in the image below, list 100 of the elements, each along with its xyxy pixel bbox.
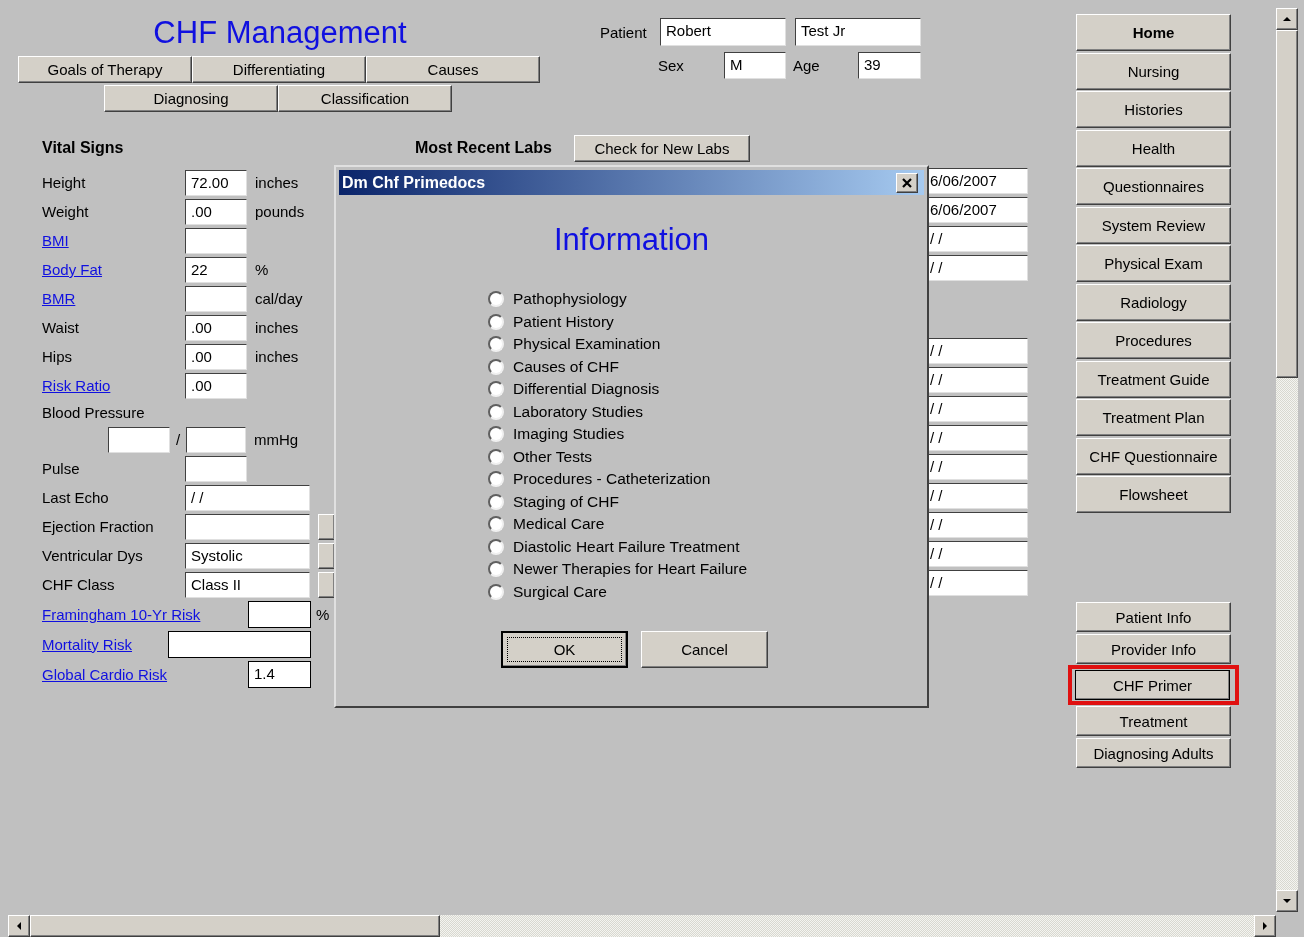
date-field[interactable]: / / xyxy=(928,338,1028,364)
option-label[interactable]: Staging of CHF xyxy=(513,492,619,511)
option-label[interactable]: Medical Care xyxy=(513,515,605,534)
date-field[interactable]: / / xyxy=(928,226,1028,252)
scroll-left-button[interactable] xyxy=(8,915,30,937)
radio-button[interactable] xyxy=(488,358,504,375)
text-field[interactable]: 39 xyxy=(858,52,921,79)
date-field[interactable]: 6/06/2007 xyxy=(928,197,1028,223)
nav-button[interactable]: Procedures xyxy=(1076,322,1231,359)
scroll-down-button[interactable] xyxy=(1276,890,1298,912)
nav-button[interactable]: Radiology xyxy=(1076,283,1231,321)
option-label[interactable]: Patient History xyxy=(513,312,614,331)
text-field[interactable]: .00 xyxy=(185,198,247,225)
date-field[interactable]: / / xyxy=(928,367,1028,393)
section-button[interactable]: Causes xyxy=(366,56,540,83)
radio-button[interactable] xyxy=(488,493,504,510)
option-label[interactable]: Newer Therapies for Heart Failure xyxy=(513,560,748,579)
scroll-up-button[interactable] xyxy=(1276,8,1298,30)
date-field[interactable]: / / xyxy=(928,541,1028,567)
text-field[interactable]: 22 xyxy=(185,256,247,283)
text-field[interactable]: .00 xyxy=(185,372,247,399)
text-field[interactable]: Test Jr xyxy=(795,18,921,46)
radio-button[interactable] xyxy=(488,448,504,465)
date-field[interactable]: / / xyxy=(928,570,1028,596)
text-field[interactable] xyxy=(185,455,247,482)
text-field[interactable]: 72.00 xyxy=(185,169,247,196)
close-button[interactable] xyxy=(896,172,918,193)
text-field[interactable] xyxy=(248,600,311,628)
text-field[interactable] xyxy=(185,227,247,254)
text-field[interactable] xyxy=(108,426,170,453)
scroll-thumb[interactable] xyxy=(1276,30,1298,378)
ok-button[interactable]: OK xyxy=(501,631,628,668)
scroll-thumb[interactable] xyxy=(30,915,440,937)
nav-button[interactable]: Health xyxy=(1076,129,1231,167)
text-field[interactable] xyxy=(185,285,247,312)
nav-button[interactable]: Nursing xyxy=(1076,52,1231,90)
date-field[interactable]: / / xyxy=(928,454,1028,480)
option-label[interactable]: Other Tests xyxy=(513,447,592,466)
radio-button[interactable] xyxy=(488,471,504,488)
text-field[interactable] xyxy=(185,513,310,540)
nav-button[interactable]: CHF Primer xyxy=(1075,670,1230,700)
field-link[interactable]: BMI xyxy=(42,232,185,249)
text-field[interactable] xyxy=(186,426,246,453)
option-label[interactable]: Imaging Studies xyxy=(513,425,625,444)
text-field[interactable]: / / xyxy=(185,484,310,511)
nav-button[interactable]: Provider Info xyxy=(1076,634,1231,664)
date-field[interactable]: / / xyxy=(928,425,1028,451)
section-button[interactable]: Classification xyxy=(278,85,452,112)
option-label[interactable]: Physical Examination xyxy=(513,335,661,354)
date-field[interactable]: 6/06/2007 xyxy=(928,168,1028,194)
section-button[interactable]: Goals of Therapy xyxy=(18,56,192,83)
option-label[interactable]: Differential Diagnosis xyxy=(513,380,660,399)
nav-button[interactable]: Questionnaires xyxy=(1076,168,1231,205)
radio-button[interactable] xyxy=(488,381,504,398)
text-field[interactable]: M xyxy=(724,52,786,79)
date-field[interactable]: / / xyxy=(928,255,1028,281)
radio-button[interactable] xyxy=(488,403,504,420)
text-field[interactable]: Systolic xyxy=(185,542,310,569)
nav-button[interactable]: Treatment Guide xyxy=(1076,360,1231,398)
option-label[interactable]: Surgical Care xyxy=(513,582,607,601)
radio-button[interactable] xyxy=(488,583,504,600)
option-label[interactable]: Procedures - Catheterization xyxy=(513,470,711,489)
date-field[interactable]: / / xyxy=(928,483,1028,509)
nav-button[interactable]: Home xyxy=(1076,14,1231,51)
nav-button[interactable]: Treatment xyxy=(1076,706,1231,736)
field-link[interactable]: Mortality Risk xyxy=(42,635,168,653)
field-link[interactable]: Framingham 10-Yr Risk xyxy=(42,605,248,623)
text-field[interactable] xyxy=(168,630,311,658)
nav-button[interactable]: Physical Exam xyxy=(1076,245,1231,282)
radio-button[interactable] xyxy=(488,516,504,533)
check-labs-button[interactable]: Check for New Labs xyxy=(573,134,750,162)
nav-button[interactable]: Treatment Plan xyxy=(1076,399,1231,436)
date-field[interactable]: / / xyxy=(928,512,1028,538)
nav-button[interactable]: Diagnosing Adults xyxy=(1076,738,1231,768)
field-link[interactable]: Body Fat xyxy=(42,261,185,278)
text-field[interactable]: Class II xyxy=(185,571,310,598)
radio-button[interactable] xyxy=(488,313,504,330)
field-link[interactable]: BMR xyxy=(42,290,185,307)
text-field[interactable]: Robert xyxy=(660,18,786,46)
field-link[interactable]: Global Cardio Risk xyxy=(42,665,248,683)
section-button[interactable]: Differentiating xyxy=(192,56,366,83)
option-label[interactable]: Diastolic Heart Failure Treatment xyxy=(513,537,740,556)
nav-button[interactable]: Histories xyxy=(1076,91,1231,128)
text-field[interactable]: .00 xyxy=(185,343,247,370)
option-label[interactable]: Pathophysiology xyxy=(513,290,627,309)
nav-button[interactable]: CHF Questionnaire xyxy=(1076,437,1231,475)
radio-button[interactable] xyxy=(488,291,504,308)
radio-button[interactable] xyxy=(488,426,504,443)
nav-button[interactable]: Patient Info xyxy=(1076,602,1231,632)
radio-button[interactable] xyxy=(488,336,504,353)
cancel-button[interactable]: Cancel xyxy=(641,631,768,668)
field-link[interactable]: Risk Ratio xyxy=(42,377,185,394)
option-label[interactable]: Causes of CHF xyxy=(513,357,619,376)
scroll-right-button[interactable] xyxy=(1254,915,1276,937)
section-button[interactable]: Diagnosing xyxy=(104,85,278,112)
option-label[interactable]: Laboratory Studies xyxy=(513,402,644,421)
radio-button[interactable] xyxy=(488,561,504,578)
nav-button[interactable]: System Review xyxy=(1076,206,1231,244)
text-field[interactable]: 1.4 xyxy=(248,660,311,688)
text-field[interactable]: .00 xyxy=(185,314,247,341)
